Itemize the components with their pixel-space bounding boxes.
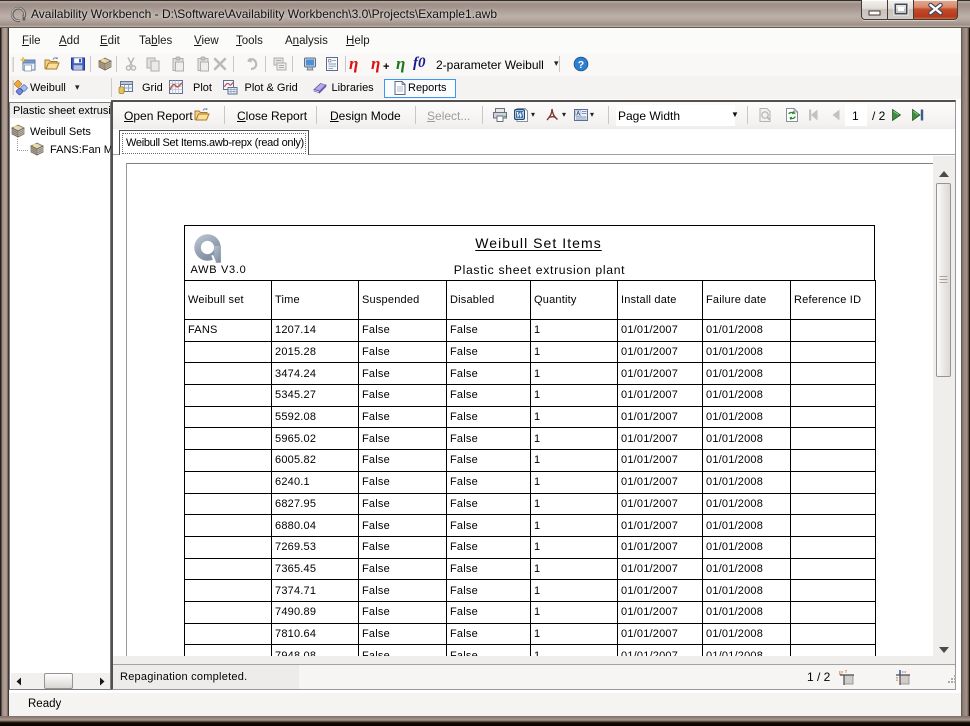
svg-text:A: A: [576, 111, 580, 117]
svg-text:?: ?: [578, 59, 584, 71]
